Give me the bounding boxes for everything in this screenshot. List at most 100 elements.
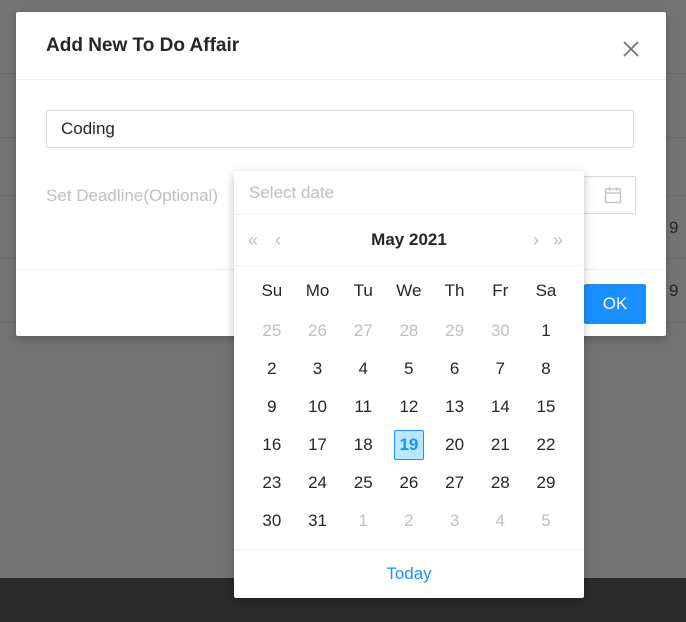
calendar-day-cell[interactable]: 12 — [386, 388, 432, 426]
weekday-header: Su Mo Tu We Th Fr Sa — [249, 281, 569, 307]
day-number: 4 — [358, 359, 368, 378]
day-number: 26 — [308, 321, 327, 340]
weekday-label: Su — [261, 281, 283, 300]
calendar-day-cell[interactable]: 25 — [249, 312, 295, 350]
day-number: 9 — [267, 397, 277, 416]
day-number: 22 — [536, 435, 556, 454]
day-number: 17 — [308, 435, 327, 454]
day-number: 27 — [353, 321, 373, 340]
calendar-day-cell[interactable]: 17 — [295, 426, 341, 464]
calendar-day-cell[interactable]: 6 — [432, 350, 478, 388]
calendar-week-row: 23 24 25 26 27 28 29 — [249, 464, 569, 502]
calendar-day-cell[interactable]: 15 — [523, 388, 569, 426]
day-number: 29 — [445, 321, 465, 340]
calendar-day-cell[interactable]: 29 — [432, 312, 478, 350]
picker-footer-divider — [234, 549, 584, 550]
calendar-day-cell[interactable]: 24 — [295, 464, 341, 502]
calendar-day-cell[interactable]: 5 — [523, 502, 569, 540]
calendar-day-cell[interactable]: 13 — [432, 388, 478, 426]
day-number: 28 — [399, 321, 419, 340]
date-picker-dropdown: « ‹ May 2021 › » Su Mo Tu We Th Fr Sa 25… — [234, 171, 584, 598]
calendar-day-cell[interactable]: 27 — [340, 312, 386, 350]
calendar-week-row: 2 3 4 5 6 7 8 — [249, 350, 569, 388]
calendar-day-cell[interactable]: 28 — [386, 312, 432, 350]
calendar-day-cell[interactable]: 5 — [386, 350, 432, 388]
task-title-input[interactable] — [46, 110, 634, 148]
calendar-day-cell[interactable]: 31 — [295, 502, 341, 540]
month-select[interactable]: May — [371, 230, 404, 249]
calendar-day-cell[interactable]: 10 — [295, 388, 341, 426]
day-number: 4 — [495, 511, 506, 530]
day-number: 1 — [358, 511, 368, 530]
calendar-day-cell[interactable]: 14 — [477, 388, 523, 426]
calendar-day-cell[interactable]: 30 — [249, 502, 295, 540]
day-number: 18 — [353, 435, 373, 454]
day-number: 30 — [490, 321, 510, 340]
calendar-day-cell[interactable]: 16 — [249, 426, 295, 464]
day-number: 28 — [490, 473, 510, 492]
calendar-day-cell[interactable]: 8 — [523, 350, 569, 388]
day-number: 27 — [445, 473, 465, 492]
day-number: 5 — [541, 511, 551, 530]
calendar-day-cell[interactable]: 23 — [249, 464, 295, 502]
deadline-label: Set Deadline(Optional) — [46, 186, 218, 205]
weekday-label: Tu — [353, 281, 373, 300]
day-number: 15 — [536, 397, 556, 416]
calendar-day-cell[interactable]: 30 — [477, 312, 523, 350]
day-number: 2 — [267, 359, 277, 378]
calendar-day-cell[interactable]: 3 — [432, 502, 478, 540]
day-number: 19 — [393, 430, 424, 460]
picker-header: « ‹ May 2021 › » — [234, 215, 584, 266]
calendar-day-cell[interactable]: 2 — [249, 350, 295, 388]
day-number: 7 — [495, 359, 506, 378]
calendar-day-cell[interactable]: 1 — [340, 502, 386, 540]
calendar-day-cell[interactable]: 25 — [340, 464, 386, 502]
calendar-day-cell[interactable]: 7 — [477, 350, 523, 388]
modal-title: Add New To Do Affair — [46, 35, 240, 56]
day-number: 13 — [445, 397, 465, 416]
close-icon[interactable] — [620, 38, 642, 60]
calendar-day-cell[interactable]: 26 — [295, 312, 341, 350]
day-number: 5 — [404, 359, 414, 378]
date-picker-input[interactable] — [234, 171, 584, 215]
calendar-day-cell[interactable]: 11 — [340, 388, 386, 426]
calendar-day-cell[interactable]: 26 — [386, 464, 432, 502]
calendar-day-cell[interactable]: 29 — [523, 464, 569, 502]
calendar-day-cell-selected[interactable]: 19 — [386, 426, 432, 464]
day-number: 20 — [445, 435, 465, 454]
day-number: 3 — [312, 359, 323, 378]
calendar-day-cell[interactable]: 18 — [340, 426, 386, 464]
calendar-day-cell[interactable]: 4 — [340, 350, 386, 388]
calendar-day-cell[interactable]: 21 — [477, 426, 523, 464]
calendar-week-row: 9 10 11 12 13 14 15 — [249, 388, 569, 426]
calendar-day-cell[interactable]: 3 — [295, 350, 341, 388]
day-number: 12 — [399, 397, 419, 416]
day-number: 21 — [490, 435, 510, 454]
day-number: 11 — [354, 397, 373, 416]
calendar-week-row: 30 31 1 2 3 4 5 — [249, 502, 569, 540]
day-number: 30 — [262, 511, 282, 530]
today-link[interactable]: Today — [234, 564, 584, 584]
next-month-icon[interactable]: › — [533, 230, 539, 250]
calendar-day-cell[interactable]: 9 — [249, 388, 295, 426]
day-number: 23 — [262, 473, 282, 492]
ok-button[interactable]: OK — [584, 284, 646, 324]
calendar-day-cell[interactable]: 28 — [477, 464, 523, 502]
year-select[interactable]: 2021 — [409, 230, 447, 249]
weekday-label: Mo — [305, 281, 330, 300]
next-year-icon[interactable]: » — [553, 230, 563, 250]
day-number: 10 — [308, 397, 327, 416]
calendar-day-cell[interactable]: 22 — [523, 426, 569, 464]
calendar-icon[interactable] — [604, 186, 622, 204]
calendar-week-row: 25 26 27 28 29 30 1 — [249, 312, 569, 350]
modal-header: Add New To Do Affair — [16, 12, 666, 80]
calendar-day-cell[interactable]: 2 — [386, 502, 432, 540]
calendar-day-cell[interactable]: 20 — [432, 426, 478, 464]
month-year-label: May 2021 — [234, 230, 584, 250]
calendar-day-cell[interactable]: 1 — [523, 312, 569, 350]
calendar-day-cell[interactable]: 4 — [477, 502, 523, 540]
calendar-day-cell[interactable]: 27 — [432, 464, 478, 502]
day-number: 2 — [404, 511, 414, 530]
weekday-label: Th — [444, 281, 465, 300]
weekday-label: Fr — [492, 281, 509, 300]
